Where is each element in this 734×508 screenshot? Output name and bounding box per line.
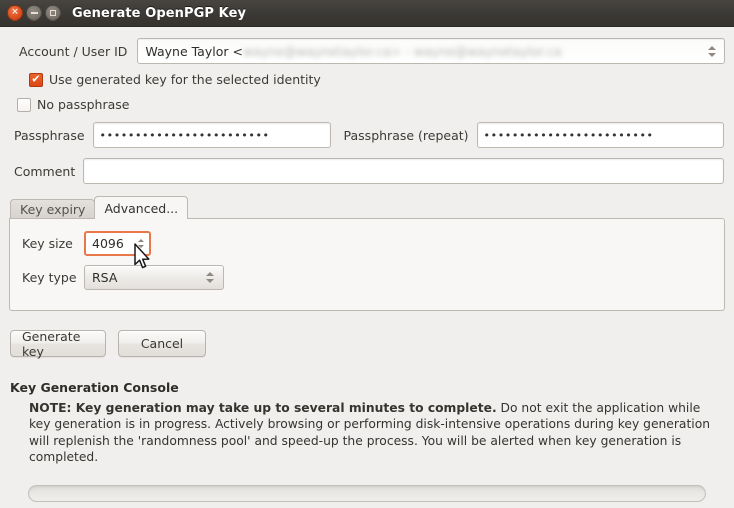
- key-size-spinner-arrows[interactable]: [138, 239, 147, 248]
- account-value: Wayne Taylor < wayne@waynetaylor.ca> - wa…: [145, 44, 561, 59]
- passphrase-repeat-input[interactable]: ••••••••••••••••••••••••: [476, 122, 724, 148]
- maximize-icon: [50, 10, 56, 16]
- dialog-body: Account / User ID Wayne Taylor < wayne@wa…: [0, 38, 734, 508]
- console-title: Key Generation Console: [10, 380, 179, 395]
- no-passphrase-checkbox[interactable]: [17, 97, 31, 112]
- account-label: Account / User ID: [19, 43, 128, 59]
- cancel-label: Cancel: [140, 336, 184, 351]
- key-type-combobox[interactable]: RSA: [84, 265, 224, 290]
- account-row: Account / User ID Wayne Taylor < wayne@wa…: [9, 38, 725, 64]
- spinner-down-icon[interactable]: [138, 245, 144, 248]
- window-titlebar: ✕ Generate OpenPGP Key: [0, 0, 734, 27]
- checkmark-icon: ✔: [31, 72, 41, 86]
- key-size-label: Key size: [22, 236, 73, 251]
- account-spinner-arrows[interactable]: [703, 45, 721, 57]
- settings-notebook: Key expiry Advanced... Key size 4096 Key…: [9, 196, 725, 311]
- key-type-arrows[interactable]: [201, 272, 219, 283]
- progress-bar-area: [9, 485, 725, 502]
- tab-advanced-label: Advanced...: [104, 200, 179, 216]
- key-size-row: Key size 4096: [22, 231, 724, 256]
- generate-key-label: Generate key: [22, 328, 81, 359]
- comment-label: Comment: [14, 163, 76, 179]
- maximize-button[interactable]: [45, 5, 61, 21]
- passphrase-repeat-value: ••••••••••••••••••••••••: [483, 128, 654, 142]
- no-passphrase-row[interactable]: No passphrase: [17, 97, 725, 112]
- close-button[interactable]: ✕: [7, 5, 23, 21]
- advanced-tab-panel: Key size 4096 Key type RSA: [9, 218, 725, 311]
- chevron-up-icon: [708, 45, 716, 50]
- no-passphrase-label: No passphrase: [37, 97, 130, 112]
- key-type-row: Key type RSA: [22, 265, 724, 290]
- cancel-button[interactable]: Cancel: [118, 330, 206, 357]
- spinner-up-icon[interactable]: [138, 239, 144, 242]
- use-generated-key-row[interactable]: ✔ Use generated key for the selected ide…: [29, 72, 725, 87]
- key-size-value: 4096: [92, 236, 124, 251]
- use-generated-key-label: Use generated key for the selected ident…: [49, 72, 321, 87]
- generation-progress-bar: [28, 485, 706, 502]
- chevron-down-icon: [708, 52, 716, 57]
- window-title: Generate OpenPGP Key: [72, 5, 247, 21]
- chevron-up-icon: [206, 272, 214, 276]
- tab-key-expiry-label: Key expiry: [20, 202, 86, 217]
- key-size-spinner[interactable]: 4096: [84, 231, 151, 256]
- minimize-icon: [30, 12, 38, 14]
- passphrase-input[interactable]: ••••••••••••••••••••••••: [92, 122, 331, 148]
- chevron-down-icon: [206, 279, 214, 283]
- comment-row: Comment: [9, 158, 725, 184]
- key-type-label: Key type: [22, 270, 77, 285]
- action-buttons: Generate key Cancel: [9, 328, 725, 359]
- console-note-bold: NOTE: Key generation may take up to seve…: [29, 401, 497, 415]
- account-combobox[interactable]: Wayne Taylor < wayne@waynetaylor.ca> - wa…: [137, 38, 725, 64]
- generate-key-button[interactable]: Generate key: [10, 328, 106, 359]
- tab-advanced[interactable]: Advanced...: [94, 196, 189, 219]
- use-generated-key-checkbox[interactable]: ✔: [29, 72, 43, 87]
- console-message: NOTE: Key generation may take up to seve…: [10, 400, 725, 466]
- key-generation-console: Key Generation Console NOTE: Key generat…: [9, 380, 725, 466]
- key-type-value: RSA: [92, 270, 118, 285]
- close-icon: ✕: [11, 7, 19, 17]
- account-value-visible: Wayne Taylor <: [145, 43, 243, 59]
- passphrase-repeat-label: Passphrase (repeat): [343, 127, 469, 143]
- window-controls: ✕: [7, 5, 61, 21]
- minimize-button[interactable]: [26, 5, 42, 21]
- comment-input[interactable]: [83, 158, 724, 184]
- tab-strip: Key expiry Advanced...: [9, 196, 725, 219]
- tab-key-expiry[interactable]: Key expiry: [10, 199, 96, 219]
- passphrase-value: ••••••••••••••••••••••••: [99, 128, 270, 142]
- passphrase-label: Passphrase: [14, 127, 85, 143]
- passphrase-row: Passphrase •••••••••••••••••••••••• Pass…: [9, 122, 725, 148]
- account-value-redacted: wayne@waynetaylor.ca> - wayne@waynetaylo…: [242, 43, 562, 59]
